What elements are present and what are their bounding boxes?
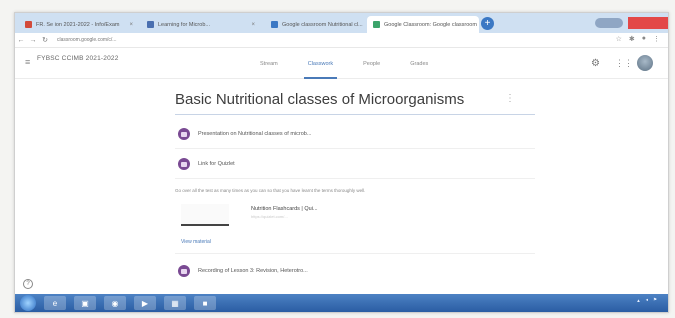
new-tab-button[interactable]: + xyxy=(481,17,494,30)
file-explorer-icon[interactable]: ▣ xyxy=(74,296,96,310)
topic-title: Basic Nutritional classes of Microorgani… xyxy=(175,91,465,108)
internet-explorer-icon[interactable]: e xyxy=(44,296,66,310)
tab-label: Google Classroom: Google classroom xyxy=(384,21,477,28)
photo-viewer-icon[interactable]: ▦ xyxy=(164,296,186,310)
browser-tab-4[interactable]: Google Classroom: Google classroom × xyxy=(367,16,479,33)
item-title[interactable]: Presentation on Nutritional classes of m… xyxy=(198,131,311,137)
address-bar-actions: ☆ ✱ ● ⋮ xyxy=(616,35,660,43)
bookmark-star-icon[interactable]: ☆ xyxy=(616,35,622,43)
flag-icon[interactable]: ⚑ xyxy=(653,297,657,303)
system-tray: ▲ ◂ ⚑ xyxy=(636,297,662,303)
taskbar: e ▣ ◉ ▶ ▦ ■ ▲ ◂ ⚑ xyxy=(15,294,668,312)
class-title[interactable]: FYBSC CCIMB 2021-2022 xyxy=(37,55,119,62)
settings-gear-icon[interactable]: ⚙ xyxy=(591,58,600,69)
tab-favicon-icon xyxy=(25,21,32,28)
attachment-card[interactable]: Nutrition Flashcards | Qui... https://qu… xyxy=(175,200,355,230)
material-icon xyxy=(178,265,190,277)
classroom-app-bar: ≡ FYBSC CCIMB 2021-2022 Stream Classwork… xyxy=(15,49,668,79)
window-close-button[interactable] xyxy=(628,17,668,29)
attachment-thumbnail xyxy=(181,204,229,226)
browser-tab-2[interactable]: Learning for Microb... × xyxy=(141,16,261,33)
screen: FR. Se ion 2021-2022 - Info/Exam × Learn… xyxy=(14,12,669,313)
tab-classwork[interactable]: Classwork xyxy=(303,49,338,79)
material-icon xyxy=(178,158,190,170)
tab-favicon-icon xyxy=(147,21,154,28)
network-icon[interactable]: ▲ xyxy=(636,298,640,303)
browser-profile-button[interactable] xyxy=(595,18,623,28)
item-divider xyxy=(175,253,535,254)
tab-grades[interactable]: Grades xyxy=(410,49,428,79)
url-field[interactable]: classroom.google.com/c/... xyxy=(57,37,116,43)
view-material-link[interactable]: View material xyxy=(181,239,211,245)
back-icon[interactable]: ← xyxy=(15,37,27,44)
tab-stream[interactable]: Stream xyxy=(260,49,278,79)
forward-icon[interactable]: → xyxy=(27,37,39,44)
item-description: Go over all the test as many times as yo… xyxy=(175,188,366,193)
close-tab-icon[interactable]: × xyxy=(129,22,133,28)
speaker-icon[interactable]: ◂ xyxy=(646,297,648,303)
tab-label: FR. Se ion 2021-2022 - Info/Exam xyxy=(36,21,120,28)
help-icon[interactable]: ? xyxy=(23,279,33,289)
chrome-icon[interactable]: ◉ xyxy=(104,296,126,310)
browser-menu-icon[interactable]: ⋮ xyxy=(653,35,660,43)
avatar[interactable] xyxy=(637,55,653,71)
item-divider xyxy=(175,178,535,179)
extension-icon[interactable]: ✱ xyxy=(629,35,635,43)
tab-favicon-icon xyxy=(373,21,380,28)
browser-tab-bar: FR. Se ion 2021-2022 - Info/Exam × Learn… xyxy=(15,13,668,33)
tab-favicon-icon xyxy=(271,21,278,28)
topic-more-options-icon[interactable]: ⋮ xyxy=(505,93,515,104)
profile-icon[interactable]: ● xyxy=(642,35,646,43)
google-apps-icon[interactable]: ⋮⋮ xyxy=(615,58,633,69)
start-button[interactable] xyxy=(20,295,36,311)
material-icon xyxy=(178,128,190,140)
video-app-icon[interactable]: ■ xyxy=(194,296,216,310)
item-title[interactable]: Recording of Lesson 3: Revision, Heterot… xyxy=(198,268,308,274)
item-title[interactable]: Link for Quizlet xyxy=(198,161,235,167)
topic-divider xyxy=(175,114,535,115)
classwork-item-quizlet[interactable]: Link for Quizlet xyxy=(175,154,535,174)
tab-label: Learning for Microb... xyxy=(158,21,210,28)
classwork-item-presentation[interactable]: Presentation on Nutritional classes of m… xyxy=(175,124,535,144)
attachment-url: https://quizlet.com/... xyxy=(251,214,288,219)
attachment-title[interactable]: Nutrition Flashcards | Qui... xyxy=(251,206,318,212)
address-bar: ← → ↻ classroom.google.com/c/... ☆ ✱ ● ⋮ xyxy=(15,33,668,48)
browser-tab-1[interactable]: FR. Se ion 2021-2022 - Info/Exam × xyxy=(19,16,139,33)
class-nav-tabs: Stream Classwork People Grades xyxy=(260,49,428,79)
reload-icon[interactable]: ↻ xyxy=(39,36,51,44)
tab-label: Google classroom Nutritional cl... xyxy=(282,21,363,28)
item-divider xyxy=(175,148,535,149)
main-menu-icon[interactable]: ≡ xyxy=(25,57,30,67)
close-tab-icon[interactable]: × xyxy=(251,22,255,28)
classwork-item-recording[interactable]: Recording of Lesson 3: Revision, Heterot… xyxy=(175,261,535,281)
media-player-icon[interactable]: ▶ xyxy=(134,296,156,310)
tab-people[interactable]: People xyxy=(363,49,380,79)
